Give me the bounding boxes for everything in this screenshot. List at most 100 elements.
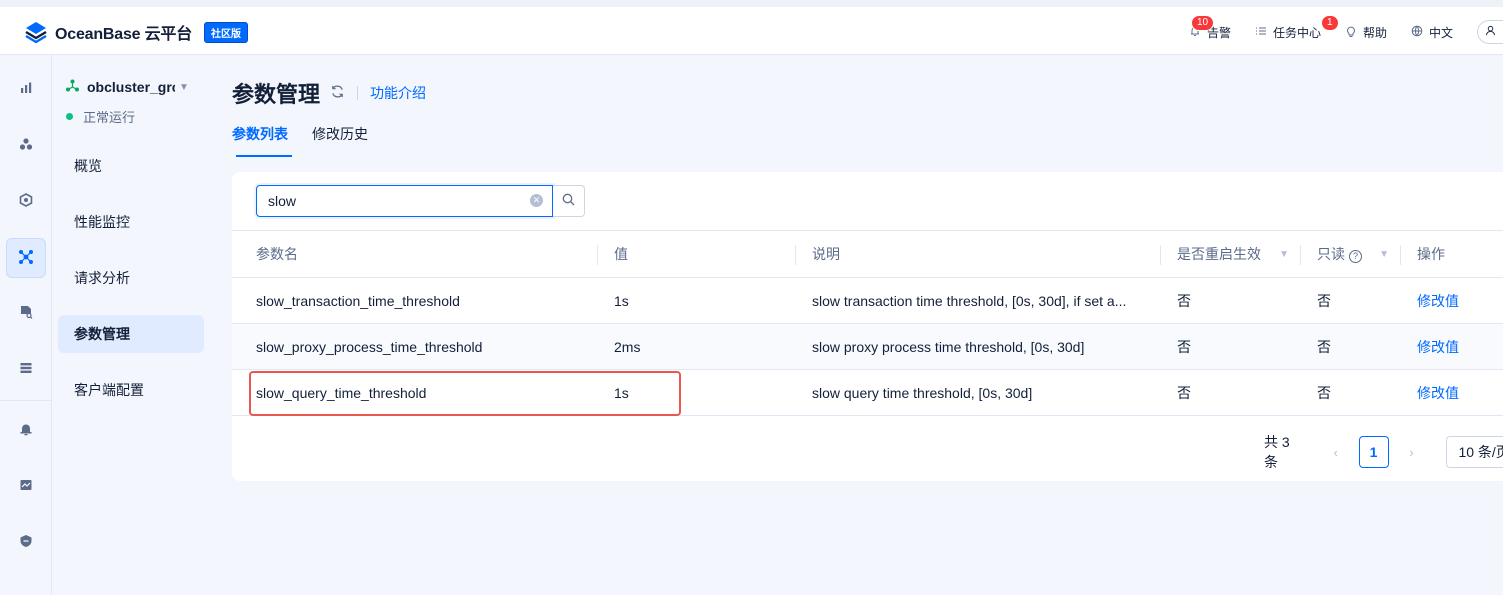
cluster-selector[interactable]: obcluster_grc ▼	[66, 79, 189, 95]
nav-item-client-config[interactable]: 客户端配置	[58, 371, 204, 409]
nav-item-request-analysis[interactable]: 请求分析	[58, 259, 204, 297]
title-divider	[357, 86, 359, 100]
cluster-icon	[19, 137, 33, 154]
rail-monitor-button[interactable]	[6, 466, 46, 506]
column-header-name: 参数名	[232, 230, 598, 278]
file-search-icon	[19, 305, 33, 322]
search-box: ✕	[256, 185, 585, 217]
lightbulb-icon	[1345, 25, 1357, 40]
shield-icon	[19, 534, 33, 551]
column-header-readonly: 只读? ▼	[1301, 230, 1401, 278]
alarm-button[interactable]: 告警 10	[1189, 14, 1231, 41]
task-count-badge: 1	[1320, 14, 1339, 31]
oceanbase-logo-icon	[24, 20, 48, 44]
cluster-node-icon	[66, 79, 79, 95]
topology-icon	[18, 249, 34, 268]
param-readonly: 否	[1301, 323, 1401, 370]
param-description: slow proxy process time threshold, [0s, …	[796, 323, 1161, 370]
alarm-icon	[19, 422, 33, 439]
param-restart: 否	[1161, 323, 1301, 370]
monitor-chart-icon	[19, 478, 33, 495]
param-readonly: 否	[1301, 277, 1401, 324]
filter-icon[interactable]: ▼	[1379, 249, 1389, 260]
param-description: slow query time threshold, [0s, 30d]	[796, 369, 1161, 416]
rail-tenant-button[interactable]	[6, 181, 46, 221]
help-circle-icon[interactable]: ?	[1349, 250, 1362, 263]
column-header-action: 操作	[1401, 230, 1503, 278]
rail-sql-diagnosis-button[interactable]	[6, 293, 46, 333]
refresh-icon[interactable]	[330, 84, 345, 103]
parameter-card: ✕ 参数名 值 说明 是否重启生效▼ 只读?▼ 操作 slow_transact…	[232, 172, 1503, 481]
param-restart: 否	[1161, 277, 1301, 324]
status-dot	[66, 113, 73, 120]
chevron-left-icon[interactable]: ‹	[1321, 436, 1351, 468]
page-header: 参数管理 功能介绍	[232, 77, 426, 109]
cluster-name: obcluster_grc	[87, 79, 175, 95]
param-description: slow transaction time threshold, [0s, 30…	[796, 277, 1161, 324]
edition-badge: 社区版	[204, 21, 249, 43]
search-input[interactable]	[256, 185, 553, 217]
column-header-description: 说明	[796, 230, 1161, 278]
help-label: 帮助	[1362, 25, 1387, 40]
tab-modification-history[interactable]: 修改历史	[312, 124, 368, 157]
table-header-row: 参数名 值 说明 是否重启生效 ▼ 只读? ▼ 操作	[232, 230, 1503, 278]
top-bar: OceanBase 云平台 社区版 告警 10 任务中心 1 帮助 中文	[0, 0, 1503, 55]
param-restart: 否	[1161, 369, 1301, 416]
list-icon	[1255, 25, 1267, 40]
bar-chart-icon	[19, 81, 33, 98]
cluster-status: 正常运行	[66, 107, 135, 126]
rail-security-button[interactable]	[6, 522, 46, 562]
alarm-count-badge: 10	[1190, 14, 1215, 31]
param-name: slow_transaction_time_threshold	[232, 277, 598, 324]
user-menu-button[interactable]	[1477, 20, 1503, 44]
feature-intro-link[interactable]: 功能介绍	[370, 83, 426, 103]
chevron-right-icon[interactable]: ›	[1397, 436, 1427, 468]
top-actions: 告警 10 任务中心 1 帮助 中文	[1189, 14, 1503, 44]
nav-item-overview[interactable]: 概览	[58, 147, 204, 185]
clear-icon[interactable]: ✕	[530, 194, 543, 207]
rail-database-button[interactable]	[6, 349, 46, 389]
table-row: slow_proxy_process_time_threshold 2ms sl…	[232, 323, 1503, 370]
rail-overview-button[interactable]	[6, 69, 46, 109]
task-center-button[interactable]: 任务中心 1	[1255, 14, 1339, 41]
highlight-annotation-box	[249, 371, 681, 416]
column-header-restart: 是否重启生效 ▼	[1161, 230, 1301, 278]
search-icon	[562, 193, 575, 209]
tab-bar: 参数列表 修改历史	[232, 124, 392, 157]
nav-item-performance[interactable]: 性能监控	[58, 203, 204, 241]
icon-rail	[0, 55, 52, 595]
rail-cluster-button[interactable]	[6, 125, 46, 165]
more-icon	[19, 590, 33, 595]
param-value: 2ms	[598, 323, 796, 370]
search-button[interactable]	[553, 185, 585, 217]
cube-icon	[19, 192, 33, 210]
page-title: 参数管理	[232, 82, 321, 107]
tab-parameter-list[interactable]: 参数列表	[232, 124, 292, 157]
page-button[interactable]: 1	[1358, 436, 1389, 468]
modify-value-link[interactable]: 修改值	[1401, 323, 1503, 370]
task-center-label: 任务中心	[1272, 25, 1321, 40]
param-readonly: 否	[1301, 369, 1401, 416]
language-label: 中文	[1428, 25, 1453, 40]
logo[interactable]: OceanBase 云平台 社区版	[24, 20, 249, 44]
chevron-down-icon: ▼	[179, 81, 189, 93]
rail-divider	[0, 400, 52, 401]
nav-item-parameter-management[interactable]: 参数管理	[58, 315, 204, 353]
database-icon	[19, 361, 33, 378]
param-name: slow_proxy_process_time_threshold	[232, 323, 598, 370]
help-button[interactable]: 帮助	[1345, 24, 1387, 41]
modify-value-link[interactable]: 修改值	[1401, 369, 1503, 416]
cluster-status-text: 正常运行	[83, 110, 136, 125]
rail-alarm-button[interactable]	[6, 410, 46, 450]
globe-icon	[1411, 25, 1423, 40]
user-icon	[1485, 25, 1496, 39]
language-switch[interactable]: 中文	[1411, 24, 1453, 41]
pagination-total: 共 3 条	[1264, 434, 1290, 470]
pagination: 共 3 条 ‹ 1 › 10 条/页	[1264, 432, 1503, 472]
modify-value-link[interactable]: 修改值	[1401, 277, 1503, 324]
page-size-select[interactable]: 10 条/页	[1446, 436, 1503, 468]
logo-text: OceanBase 云平台	[55, 26, 193, 43]
filter-icon[interactable]: ▼	[1279, 249, 1289, 260]
rail-more-button[interactable]	[6, 578, 46, 595]
rail-topology-button[interactable]	[6, 238, 46, 278]
